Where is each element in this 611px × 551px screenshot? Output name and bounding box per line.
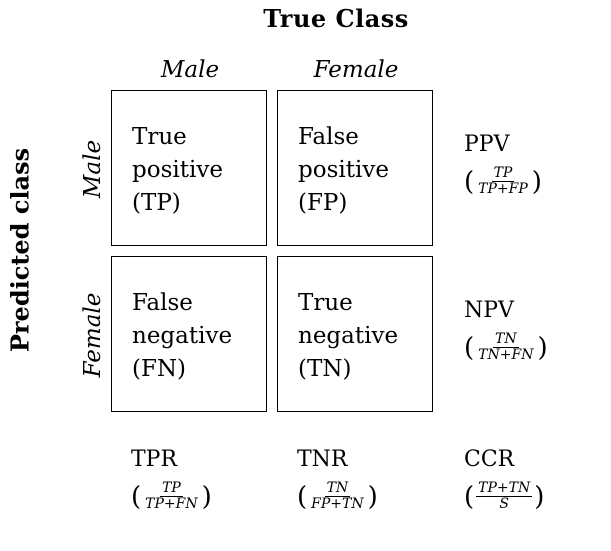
- paren-close: ): [201, 481, 212, 512]
- metric-formula: ( TP TP+FN ): [131, 481, 212, 512]
- true-class-title: True Class: [263, 4, 409, 33]
- cell-line: False: [298, 124, 359, 150]
- cell-true-positive: True positive (TP): [111, 90, 267, 246]
- cell-text: False positive (FP): [298, 121, 389, 220]
- row-header-male-wrap: Male: [78, 90, 108, 248]
- cell-true-negative: True negative (TN): [277, 256, 433, 412]
- column-header-female: Female: [313, 57, 399, 83]
- cell-line: False: [132, 290, 193, 316]
- predicted-class-title: Predicted class: [5, 147, 35, 353]
- row-header-male: Male: [80, 139, 106, 199]
- numerator: TN: [324, 480, 351, 497]
- paren-open: (: [464, 166, 475, 197]
- metric-formula: ( TP TP+FP ): [464, 166, 542, 197]
- cell-line: (FP): [298, 190, 348, 216]
- denominator: FP+TN: [311, 496, 364, 512]
- cell-line: True: [298, 290, 353, 316]
- cell-line: negative: [132, 323, 233, 349]
- metric-tpr: TPR ( TP TP+FN ): [131, 445, 212, 512]
- paren-close: ): [367, 481, 378, 512]
- denominator: TP+FN: [145, 496, 198, 512]
- paren-close: ): [531, 166, 542, 197]
- denominator: TP+FP: [478, 181, 528, 197]
- metric-formula: ( TN FP+TN ): [297, 481, 378, 512]
- paren-open: (: [464, 481, 475, 512]
- row-header-female: Female: [80, 292, 106, 378]
- cell-line: True: [132, 124, 187, 150]
- metric-name: NPV: [464, 298, 514, 323]
- paren-open: (: [297, 481, 308, 512]
- fraction: TP TP+FN: [143, 481, 199, 512]
- metric-ccr: CCR ( TP+TN S ): [464, 445, 544, 512]
- denominator: TN+FN: [478, 347, 534, 363]
- metric-ppv: PPV ( TP TP+FP ): [464, 130, 542, 197]
- paren-close: ): [537, 332, 548, 363]
- metric-formula: ( TP+TN S ): [464, 481, 544, 512]
- fraction: TN FP+TN: [309, 481, 365, 512]
- numerator: TP: [491, 165, 515, 182]
- row-header-female-wrap: Female: [78, 256, 108, 414]
- metric-npv: NPV ( TN TN+FN ): [464, 296, 548, 363]
- cell-text: True positive (TP): [132, 121, 223, 220]
- metric-formula: ( TN TN+FN ): [464, 332, 548, 363]
- column-header-male: Male: [160, 57, 220, 83]
- cell-line: (TN): [298, 356, 352, 382]
- predicted-class-title-wrap: Predicted class: [5, 100, 35, 400]
- fraction: TN TN+FN: [476, 332, 535, 363]
- metric-name: PPV: [464, 132, 510, 157]
- cell-text: False negative (FN): [132, 287, 232, 386]
- cell-line: positive: [298, 157, 389, 183]
- paren-close: ): [534, 481, 545, 512]
- numerator: TN: [493, 331, 519, 348]
- numerator: TP+TN: [476, 480, 533, 497]
- cell-line: positive: [132, 157, 223, 183]
- metric-name: TPR: [131, 447, 178, 472]
- paren-open: (: [464, 332, 475, 363]
- paren-open: (: [131, 481, 142, 512]
- fraction: TP TP+FP: [476, 166, 530, 197]
- cell-line: negative: [298, 323, 399, 349]
- fraction: TP+TN S: [476, 480, 533, 512]
- metric-name: CCR: [464, 447, 515, 472]
- numerator: TP: [160, 480, 183, 497]
- denominator: S: [499, 496, 509, 512]
- cell-line: (TP): [132, 190, 181, 216]
- cell-false-negative: False negative (FN): [111, 256, 267, 412]
- cell-text: True negative (TN): [298, 287, 398, 386]
- cell-false-positive: False positive (FP): [277, 90, 433, 246]
- metric-tnr: TNR ( TN FP+TN ): [297, 445, 378, 512]
- cell-line: (FN): [132, 356, 187, 382]
- metric-name: TNR: [297, 447, 348, 472]
